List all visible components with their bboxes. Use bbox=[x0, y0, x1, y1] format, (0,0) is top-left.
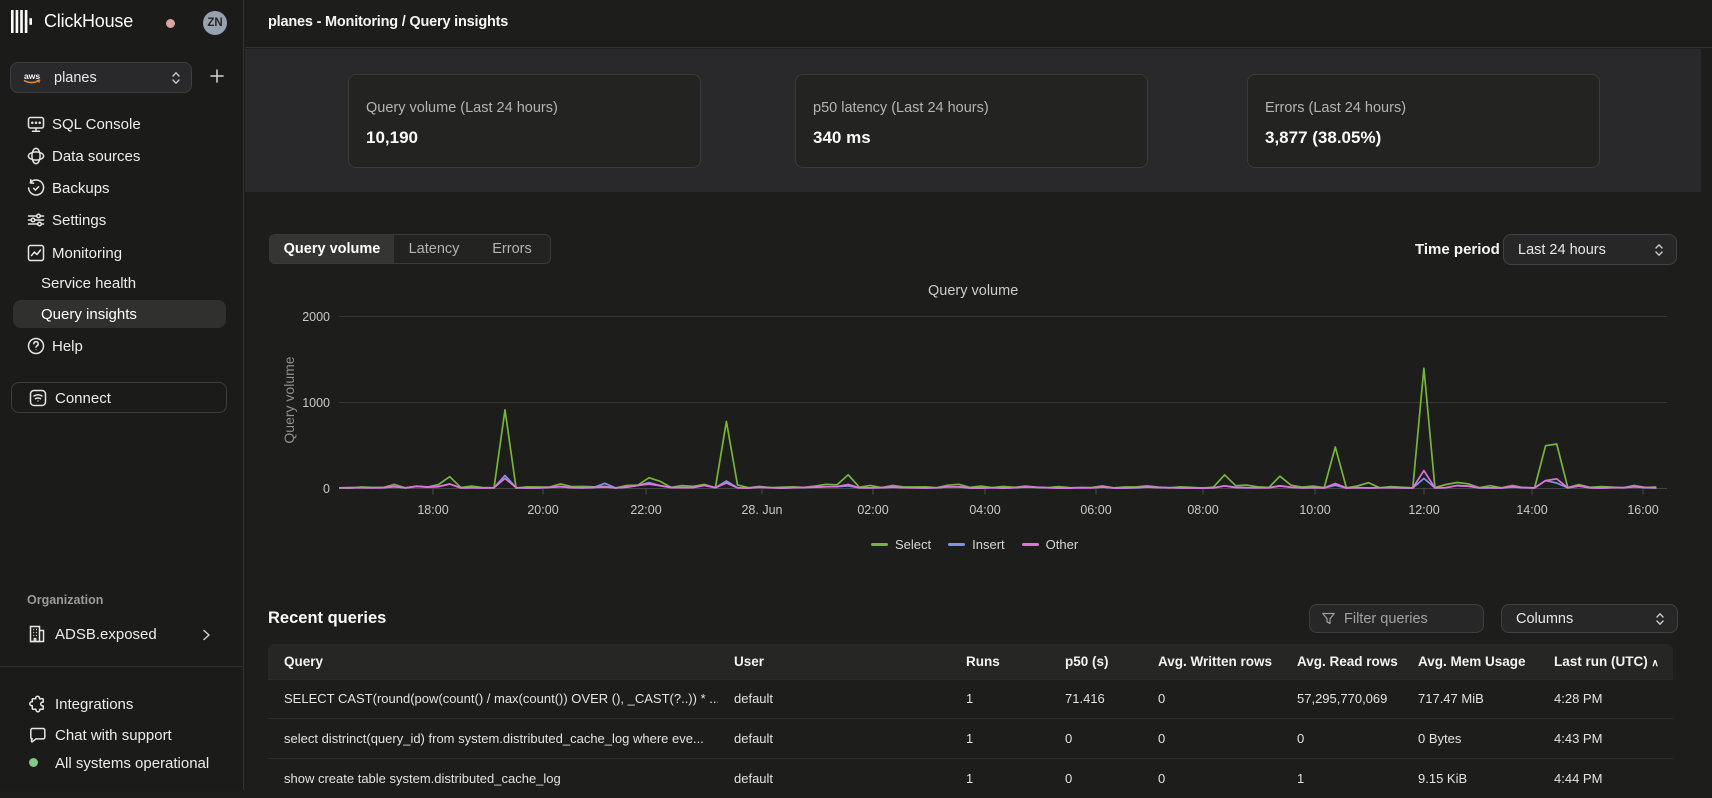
svg-text:0: 0 bbox=[323, 482, 330, 496]
svg-text:28. Jun: 28. Jun bbox=[741, 503, 782, 517]
svg-text:10:00: 10:00 bbox=[1299, 503, 1330, 517]
svg-text:2000: 2000 bbox=[302, 310, 330, 324]
svg-text:14:00: 14:00 bbox=[1516, 503, 1547, 517]
svg-text:Query volume: Query volume bbox=[281, 356, 297, 443]
svg-text:16:00: 16:00 bbox=[1627, 503, 1658, 517]
svg-text:04:00: 04:00 bbox=[969, 503, 1000, 517]
svg-text:22:00: 22:00 bbox=[630, 503, 661, 517]
svg-text:20:00: 20:00 bbox=[527, 503, 558, 517]
svg-text:12:00: 12:00 bbox=[1408, 503, 1439, 517]
svg-text:08:00: 08:00 bbox=[1187, 503, 1218, 517]
svg-text:06:00: 06:00 bbox=[1080, 503, 1111, 517]
svg-text:18:00: 18:00 bbox=[417, 503, 448, 517]
svg-text:02:00: 02:00 bbox=[857, 503, 888, 517]
svg-text:1000: 1000 bbox=[302, 396, 330, 410]
svg-text:aws: aws bbox=[24, 71, 40, 81]
